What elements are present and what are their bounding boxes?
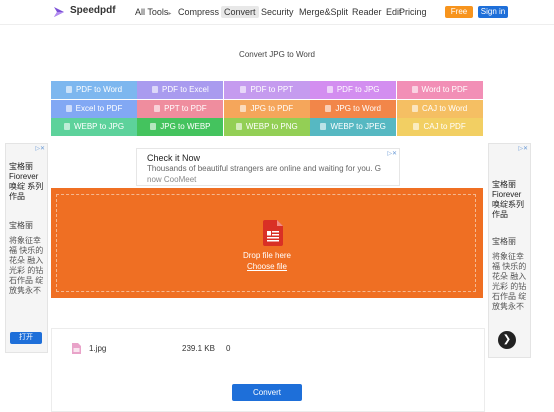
tool-label: JPG to WEBP: [160, 122, 211, 131]
tool-label: JPG to PDF: [250, 103, 294, 113]
file-doc-icon: [263, 220, 283, 246]
tool-icon: [150, 123, 157, 130]
tool-label: PDF to PPT: [250, 85, 294, 94]
tool-tile-caj-to-word[interactable]: CAJ to Word: [396, 99, 483, 118]
tool-label: WEBP to JPG: [73, 122, 125, 131]
ad-right-title: 宝格丽 Fiorever 唤绽系列 作品: [492, 180, 524, 219]
nav-merge-split[interactable]: Merge&Split: [299, 7, 348, 17]
brand-name[interactable]: Speedpdf: [70, 5, 116, 16]
file-status: 0: [226, 344, 231, 353]
tool-tile-word-to-pdf[interactable]: Word to PDF: [396, 81, 483, 99]
tool-label: PPT to PDF: [164, 103, 207, 113]
drop-file-text: Drop file here: [242, 251, 292, 260]
tool-label: PDF to Excel: [162, 85, 209, 94]
ad-choices-icon[interactable]: ▷✕: [518, 145, 528, 152]
tool-tile-jpg-to-word[interactable]: JPG to Word: [310, 99, 397, 118]
file-size: 239.1 KB: [182, 344, 215, 353]
tool-tile-caj-to-pdf[interactable]: CAJ to PDF: [396, 118, 483, 136]
tool-tile-pdf-to-ppt[interactable]: PDF to PPT: [223, 81, 310, 99]
tool-label: CAJ to Word: [421, 103, 468, 113]
speedpdf-logo-icon[interactable]: [52, 5, 66, 19]
tool-tile-ppt-to-pdf[interactable]: PPT to PDF: [137, 99, 224, 118]
choose-file-link[interactable]: Choose file: [57, 262, 477, 271]
tool-icon: [65, 104, 72, 112]
page-title: Convert JPG to Word: [239, 50, 315, 59]
tool-label: PDF to JPG: [336, 85, 380, 94]
tool-icon: [240, 104, 247, 112]
nav-convert[interactable]: Convert: [221, 6, 259, 18]
file-list-panel: 1.jpg 239.1 KB 0 Convert: [51, 328, 485, 412]
left-ad-banner[interactable]: ▷✕ 宝格丽 Fiorever 唤绽 系列 作品 宝格丽 将象征幸福 快乐的花朵…: [5, 143, 48, 353]
ad-right-subtitle: 宝格丽: [492, 237, 516, 246]
tool-tile-webp-to-jpeg[interactable]: WEBP to JPEG: [310, 118, 397, 136]
sign-in-button[interactable]: Sign in: [478, 6, 508, 18]
tool-icon: [411, 86, 418, 93]
ad-left-body: 将象征幸福 快乐的花朵 融入光彩 的钻石作品 绽放隽永不 的璀璨光芒: [9, 236, 44, 295]
tool-tile-webp-to-jpg[interactable]: WEBP to JPG: [51, 118, 137, 136]
tool-icon: [63, 123, 70, 130]
right-ad-banner[interactable]: ▷✕ 宝格丽 Fiorever 唤绽系列 作品 宝格丽 将象征幸福 快乐的花朵 …: [488, 143, 531, 358]
tool-label: WEBP to PNG: [245, 122, 298, 131]
tool-tile-pdf-to-jpg[interactable]: PDF to JPG: [310, 81, 397, 99]
tool-icon: [326, 86, 333, 93]
check-it-now-ad[interactable]: ▷✕ Check it Now Thousands of beautiful s…: [136, 148, 400, 186]
tool-tile-jpg-to-pdf[interactable]: JPG to PDF: [223, 99, 310, 118]
ad-open-button[interactable]: 打开: [10, 332, 42, 344]
free-button[interactable]: Free: [445, 6, 473, 18]
convert-button[interactable]: Convert: [232, 384, 302, 401]
image-file-icon: [72, 343, 81, 354]
ad-choices-icon[interactable]: ▷✕: [35, 145, 45, 152]
ad-choices-icon[interactable]: ▷✕: [387, 150, 397, 157]
tool-label: Word to PDF: [421, 85, 468, 94]
ad-left-subtitle: 宝格丽: [9, 221, 33, 230]
ad-right-body: 将象征幸福 快乐的花朵 融入光彩 的钻石作品 绽放隽永不 的璀璨光芒: [492, 252, 527, 311]
tool-icon: [152, 86, 159, 93]
ad-next-arrow-icon[interactable]: ❯: [498, 331, 516, 349]
tool-icon: [235, 123, 242, 130]
file-name: 1.jpg: [89, 344, 107, 353]
tool-icon: [154, 104, 161, 112]
tool-label: JPG to Word: [335, 103, 382, 113]
tool-icon: [320, 123, 327, 130]
nav-compress[interactable]: Compress: [178, 7, 219, 17]
drop-zone[interactable]: Drop file here Choose file: [51, 188, 483, 298]
tool-tile-jpg-to-webp[interactable]: JPG to WEBP: [137, 118, 224, 136]
nav-reader[interactable]: Reader: [352, 7, 382, 17]
drop-zone-border: Drop file here Choose file: [56, 194, 476, 292]
nav-security[interactable]: Security: [261, 7, 294, 17]
ad-brand: now CooMeet: [147, 175, 197, 184]
tool-label: CAJ to PDF: [423, 122, 466, 131]
tool-label: PDF to Word: [75, 85, 123, 94]
tool-tile-pdf-to-word[interactable]: PDF to Word: [51, 81, 137, 99]
tool-label: WEBP to JPEG: [330, 122, 386, 131]
tool-icon: [413, 123, 420, 130]
tool-label: Excel to PDF: [75, 103, 123, 113]
tool-icon: [411, 104, 418, 112]
ad-left-title: 宝格丽 Fiorever 唤绽 系列 作品: [9, 162, 44, 201]
nav-pricing[interactable]: Pricing: [399, 7, 427, 17]
tool-icon: [65, 86, 72, 93]
tool-tile-pdf-to-excel[interactable]: PDF to Excel: [137, 81, 224, 99]
ad-description: Thousands of beautiful strangers are onl…: [147, 164, 381, 173]
tool-tile-excel-to-pdf[interactable]: Excel to PDF: [51, 99, 137, 118]
tool-icon: [240, 86, 247, 93]
top-navbar: Speedpdf All Tools▸ Compress Convert Sec…: [0, 0, 554, 25]
ad-title: Check it Now: [147, 153, 201, 163]
tool-tile-webp-to-png[interactable]: WEBP to PNG: [223, 118, 310, 136]
nav-all-tools[interactable]: All Tools▸: [135, 7, 171, 17]
tool-icon: [325, 104, 332, 112]
